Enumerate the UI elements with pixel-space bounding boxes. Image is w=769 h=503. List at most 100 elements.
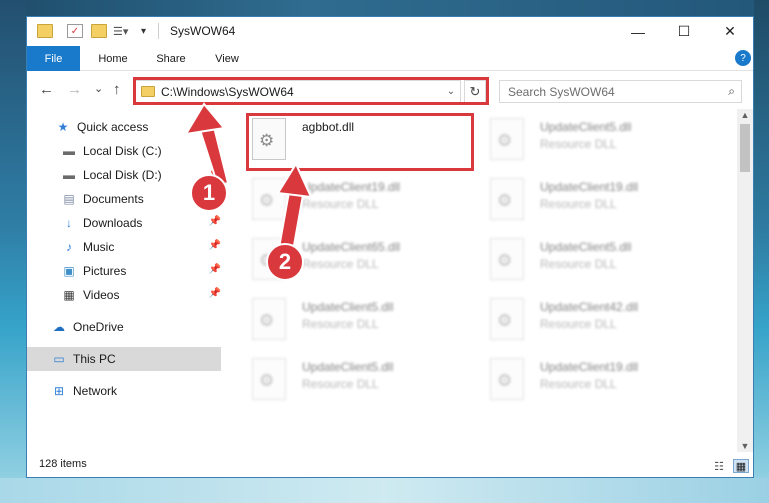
tab-view[interactable]: View: [203, 46, 251, 71]
dll-file-icon: ⚙: [490, 178, 524, 220]
navigation-bar: ← → ⌄ ↑ C:\Windows\SysWOW64 ⌄ ↻ Search S…: [27, 72, 753, 108]
gear-icon: ⚙: [259, 311, 275, 330]
sidebar-item-onedrive[interactable]: ☁ OneDrive: [27, 315, 221, 339]
sidebar-item-network[interactable]: ⊞ Network: [27, 379, 221, 403]
ribbon-tabs: File Home Share View ?: [27, 46, 753, 71]
file-item[interactable]: ⚙ UpdateClient5.dll Resource DLL: [490, 235, 710, 285]
sidebar-item-pictures[interactable]: ▣ Pictures 📌: [27, 259, 221, 283]
sidebar-item-label: Network: [73, 384, 118, 398]
properties-icon[interactable]: ✓: [67, 24, 83, 38]
sidebar-item-label: Videos: [83, 288, 120, 302]
sidebar-item-local-disk-c[interactable]: ▬ Local Disk (C:) 📌: [27, 139, 221, 163]
music-icon: ♪: [66, 240, 72, 254]
folder-icon: [37, 24, 53, 38]
dll-file-icon: ⚙: [490, 358, 524, 400]
sidebar-item-downloads[interactable]: ↓ Downloads 📌: [27, 211, 221, 235]
large-icons-view-icon[interactable]: ▦: [733, 459, 749, 473]
scroll-thumb[interactable]: [740, 124, 750, 172]
sidebar-item-videos[interactable]: ▦ Videos 📌: [27, 283, 221, 307]
search-box[interactable]: Search SysWOW64 ⌕: [499, 80, 742, 103]
scroll-up-icon[interactable]: ▲: [737, 110, 753, 120]
file-name: UpdateClient65.dll: [302, 240, 401, 254]
file-type: Resource DLL: [540, 317, 617, 331]
sidebar-item-this-pc[interactable]: ▭ This PC: [27, 347, 221, 371]
recent-locations-button[interactable]: ⌄: [94, 82, 103, 95]
gear-icon: ⚙: [497, 371, 513, 390]
tab-home[interactable]: Home: [87, 46, 139, 71]
tab-file[interactable]: File: [27, 46, 80, 71]
search-input[interactable]: Search SysWOW64: [508, 85, 615, 99]
file-item[interactable]: ⚙ UpdateClient42.dll Resource DLL: [490, 295, 710, 345]
sidebar-item-label: Music: [83, 240, 115, 254]
dll-file-icon: ⚙: [252, 298, 286, 340]
gear-icon: ⚙: [497, 311, 513, 330]
close-button[interactable]: ✕: [707, 17, 753, 46]
file-name: UpdateClient5.dll: [540, 120, 632, 134]
dll-file-icon: ⚙: [490, 238, 524, 280]
sidebar-item-label: Local Disk (C:): [83, 144, 162, 158]
gear-icon: ⚙: [497, 131, 513, 150]
cloud-icon: ☁: [53, 320, 65, 334]
star-icon: ★: [57, 120, 69, 134]
item-count: 128 items: [39, 458, 87, 470]
help-button[interactable]: ?: [735, 50, 751, 66]
minimize-button[interactable]: —: [615, 17, 661, 46]
file-type: Resource DLL: [540, 197, 617, 211]
forward-button[interactable]: →: [67, 81, 82, 98]
videos-icon: ▦: [63, 288, 75, 302]
up-button[interactable]: ↑: [113, 81, 121, 98]
step-2-badge: 2: [266, 243, 304, 281]
pin-icon[interactable]: 📌: [209, 144, 221, 155]
gear-icon: ⚙: [259, 191, 275, 210]
sidebar-item-music[interactable]: ♪ Music 📌: [27, 235, 221, 259]
dll-file-icon: ⚙: [490, 118, 524, 160]
network-icon: ⊞: [53, 384, 65, 398]
navigation-pane: ★ Quick access ▬ Local Disk (C:) 📌 ▬ Loc…: [27, 109, 221, 452]
back-button[interactable]: ←: [39, 81, 54, 98]
vertical-scrollbar[interactable]: ▲ ▼: [737, 109, 753, 452]
new-folder-icon[interactable]: [91, 24, 107, 38]
desktop-background-bottom: [0, 478, 769, 503]
pin-icon[interactable]: 📌: [209, 240, 221, 251]
file-item[interactable]: ⚙ UpdateClient5.dll Resource DLL: [252, 355, 472, 405]
dll-file-icon: ⚙: [252, 178, 286, 220]
file-item[interactable]: ⚙ UpdateClient5.dll Resource DLL: [252, 295, 472, 345]
sidebar-item-label: OneDrive: [73, 320, 124, 334]
file-explorer-window: ✓ ☰▾ ▾ SysWOW64 — ☐ ✕ File Home Share Vi…: [26, 16, 754, 478]
sidebar-item-label: Documents: [83, 192, 144, 206]
address-highlight-box: [133, 77, 489, 105]
pin-icon[interactable]: 📌: [209, 264, 221, 275]
pictures-icon: ▣: [63, 264, 75, 278]
customize-toolbar-icon[interactable]: ☰▾: [113, 24, 129, 38]
file-name: UpdateClient5.dll: [540, 240, 632, 254]
title-divider: [158, 23, 159, 39]
file-type: Resource DLL: [540, 377, 617, 391]
file-name: UpdateClient19.dll: [540, 180, 639, 194]
sidebar-item-quick-access[interactable]: ★ Quick access: [27, 115, 221, 139]
file-type: Resource DLL: [302, 317, 379, 331]
file-item[interactable]: ⚙ UpdateClient5.dll Resource DLL: [490, 115, 710, 165]
gear-icon: ⚙: [497, 191, 513, 210]
file-type: Resource DLL: [302, 257, 379, 271]
sidebar-item-label: Pictures: [83, 264, 127, 278]
dll-file-icon: ⚙: [252, 358, 286, 400]
pin-icon[interactable]: 📌: [209, 288, 221, 299]
sidebar-item-label: Quick access: [77, 120, 149, 134]
desktop-background-right: [754, 0, 769, 503]
status-bar: 128 items ☷ ▦: [27, 454, 753, 478]
file-item[interactable]: ⚙ UpdateClient19.dll Resource DLL: [252, 175, 472, 225]
file-item[interactable]: ⚙ UpdateClient19.dll Resource DLL: [490, 175, 710, 225]
file-type: Resource DLL: [302, 377, 379, 391]
file-item[interactable]: ⚙ UpdateClient19.dll Resource DLL: [490, 355, 710, 405]
quick-access-dropdown-icon[interactable]: ▾: [141, 24, 157, 38]
tab-share[interactable]: Share: [145, 46, 197, 71]
file-name: UpdateClient42.dll: [540, 300, 639, 314]
details-view-icon[interactable]: ☷: [711, 459, 727, 473]
file-name: UpdateClient5.dll: [302, 360, 394, 374]
maximize-button[interactable]: ☐: [661, 17, 707, 46]
desktop-background-left: [0, 0, 26, 503]
step-1-badge: 1: [190, 174, 228, 212]
window-title: SysWOW64: [170, 24, 236, 38]
scroll-down-icon[interactable]: ▼: [737, 441, 753, 451]
pin-icon[interactable]: 📌: [209, 216, 221, 227]
